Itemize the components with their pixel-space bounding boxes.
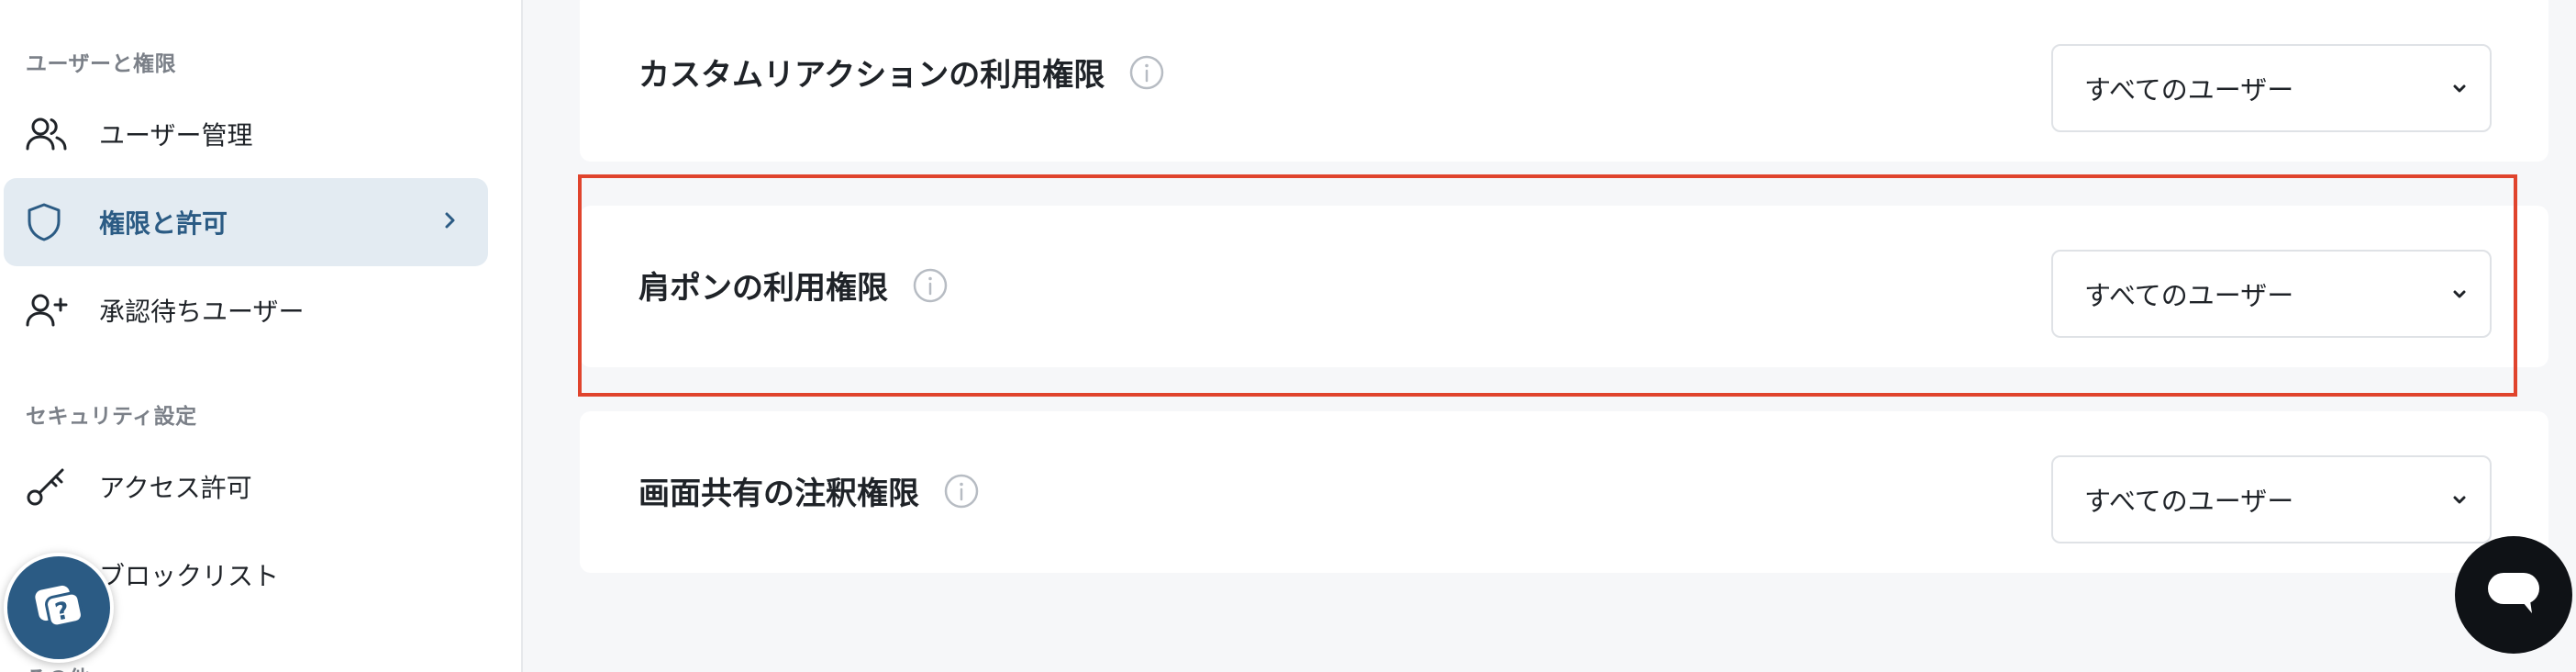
- sidebar-item-label: 権限と許可: [99, 208, 228, 239]
- permission-card-screen-share: 画面共有の注釈権限 すべてのユーザー: [580, 411, 2548, 573]
- app: ユーザーと権限 ユーザー管理 権限と許可 承認待ちユーザー セキュリティ設定 ア…: [0, 0, 2576, 672]
- permission-title-text: カスタムリアクションの利用権限: [638, 57, 1105, 94]
- permission-title: 画面共有の注釈権限: [638, 468, 980, 513]
- permission-card-custom-reaction: カスタムリアクションの利用権限 すべてのユーザー: [580, 0, 2548, 162]
- select-value: すべてのユーザー: [2084, 486, 2294, 517]
- sidebar-item-label: 承認待ちユーザー: [99, 297, 305, 327]
- select-value: すべてのユーザー: [2084, 74, 2294, 106]
- section-title-users: ユーザーと権限: [26, 52, 177, 76]
- permission-title-text: 画面共有の注釈権限: [638, 476, 919, 512]
- sidebar-item-access-permission[interactable]: アクセス許可: [4, 442, 488, 531]
- section-title-security: セキュリティ設定: [26, 405, 197, 429]
- chevron-down-icon: [2451, 286, 2468, 304]
- chevron-down-icon: [2451, 81, 2468, 98]
- users-icon: [26, 114, 77, 154]
- chevron-down-icon: [2451, 492, 2468, 510]
- permission-title: カスタムリアクションの利用権限: [638, 50, 1165, 95]
- key-icon: [26, 466, 77, 507]
- main-content: カスタムリアクションの利用権限 すべてのユーザー 肩ポンの利用権限 すべてのユー…: [525, 0, 2576, 672]
- chat-button[interactable]: [2455, 536, 2572, 654]
- sidebar-item-label: ブロックリスト: [99, 561, 280, 591]
- sidebar-item-label: アクセス許可: [99, 473, 252, 503]
- chevron-right-icon: [442, 209, 457, 235]
- sidebar-item-label: ユーザー管理: [99, 120, 253, 151]
- permission-select[interactable]: すべてのユーザー: [2051, 44, 2492, 132]
- permission-title-text: 肩ポンの利用権限: [638, 270, 888, 307]
- select-value: すべてのユーザー: [2084, 280, 2294, 311]
- permission-title: 肩ポンの利用権限: [638, 263, 949, 308]
- help-icon: ?: [31, 578, 86, 637]
- info-icon[interactable]: [943, 473, 980, 510]
- sidebar-item-user-management[interactable]: ユーザー管理: [4, 90, 488, 178]
- info-icon[interactable]: [912, 267, 949, 304]
- shield-icon: [26, 202, 77, 242]
- permission-select[interactable]: すべてのユーザー: [2051, 250, 2492, 338]
- sidebar-item-permissions[interactable]: 権限と許可: [4, 178, 488, 266]
- permission-card-shoulder-tap: 肩ポンの利用権限 すべてのユーザー: [580, 206, 2548, 367]
- chat-icon: [2484, 567, 2543, 622]
- sidebar-item-pending-users[interactable]: 承認待ちユーザー: [4, 266, 488, 354]
- user-plus-icon: [26, 290, 77, 330]
- info-icon[interactable]: [1128, 54, 1165, 91]
- permission-select[interactable]: すべてのユーザー: [2051, 455, 2492, 543]
- help-button[interactable]: ?: [4, 553, 114, 663]
